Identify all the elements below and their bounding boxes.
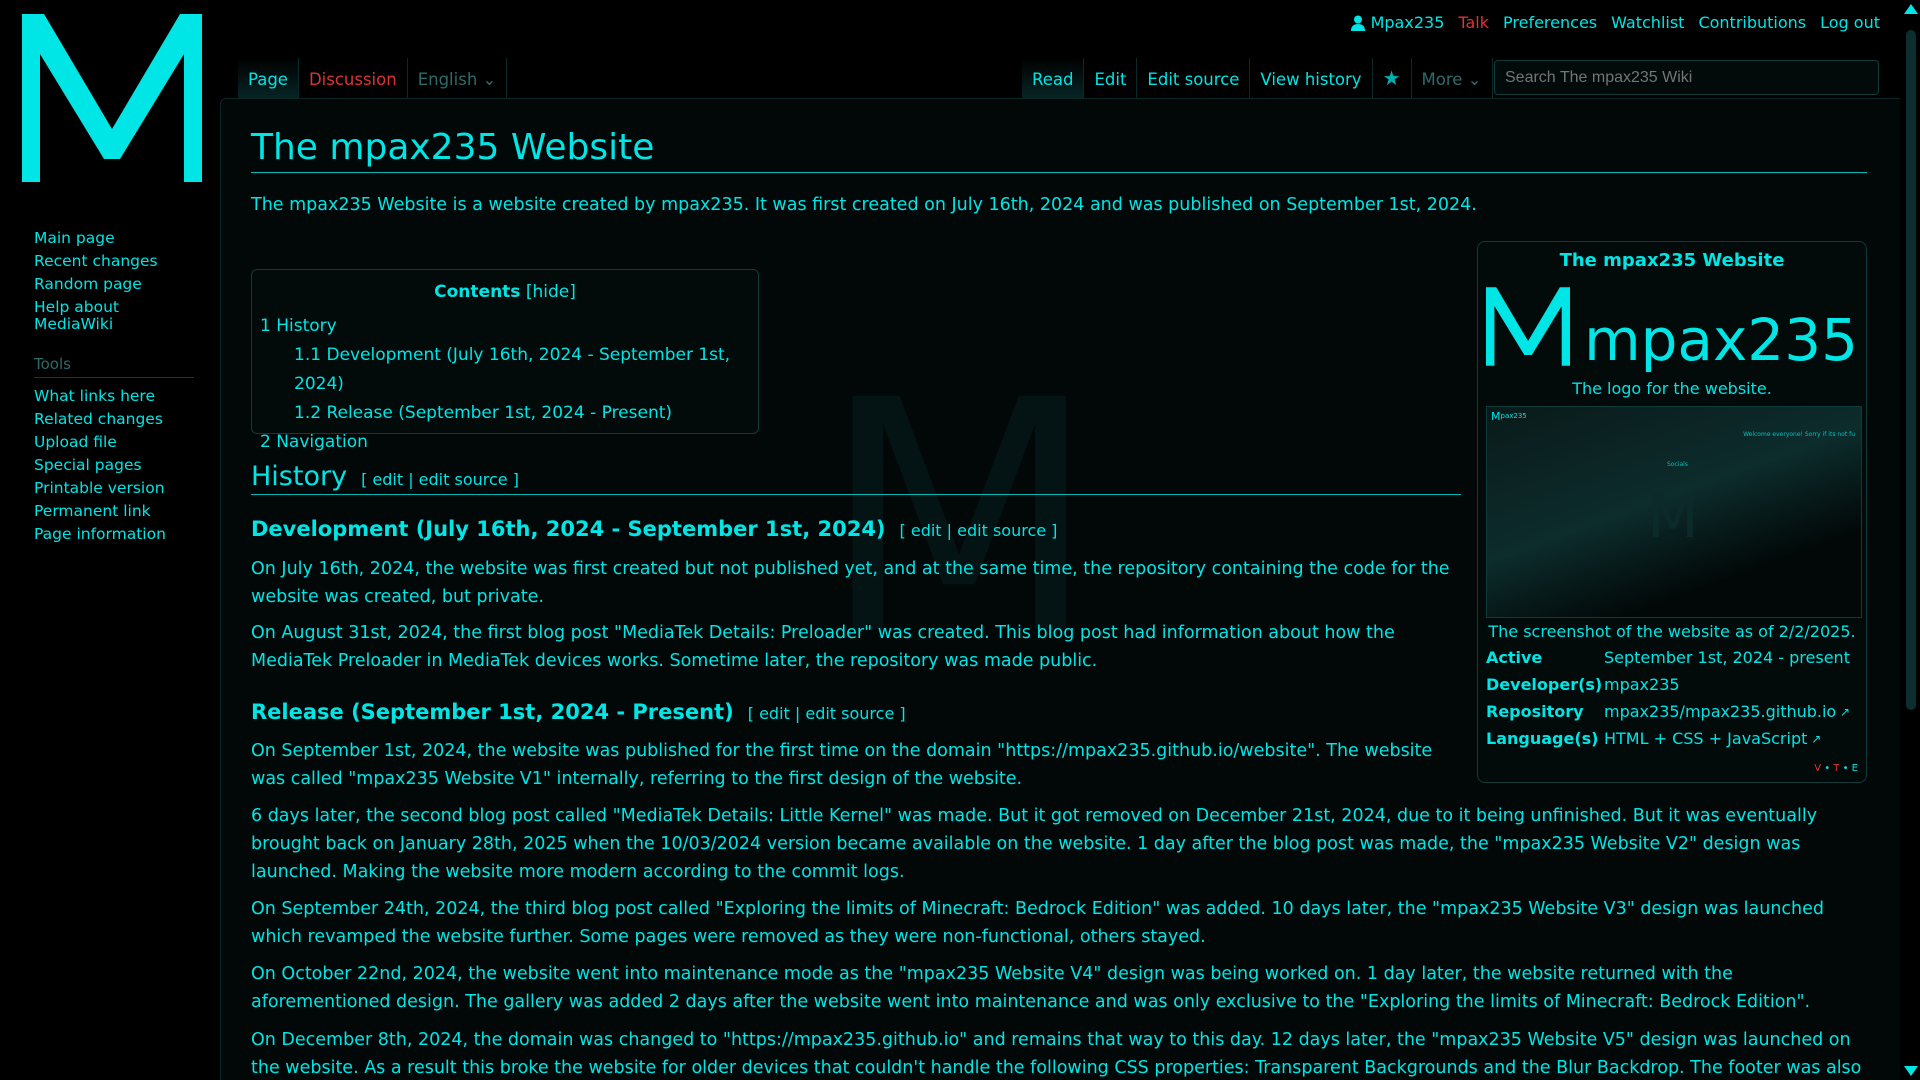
logout-link[interactable]: Log out <box>1820 13 1880 32</box>
logo-caption: The logo for the website. <box>1572 379 1772 398</box>
chevron-down-icon: ⌄ <box>1467 70 1482 89</box>
tab-more[interactable]: More ⌄ <box>1412 58 1493 100</box>
dev-paragraph-2: On August 31st, 2024, the first blog pos… <box>251 623 1395 671</box>
sidebar-item-main-page[interactable]: Main page <box>34 229 115 247</box>
watchlist-link[interactable]: Watchlist <box>1611 13 1684 32</box>
toc-hide-link[interactable]: [hide] <box>526 282 576 302</box>
edit-section-link[interactable]: [ edit | edit source ] <box>748 704 906 723</box>
repository-link[interactable]: mpax235/mpax235.github.io <box>1604 702 1836 722</box>
release-paragraph-2: 6 days later, the second blog post calle… <box>251 806 1818 882</box>
external-link-icon: ↗ <box>1807 732 1822 746</box>
tab-edit[interactable]: Edit <box>1084 58 1138 100</box>
view-tabs: Read Edit Edit source View history ★ Mor… <box>1022 58 1493 100</box>
vte-view-link[interactable]: V <box>1814 763 1821 774</box>
infobox-row-active: Active September 1st, 2024 - present <box>1486 648 1850 667</box>
page-title: The mpax235 Website <box>251 127 1867 173</box>
toc-title: Contents [hide] <box>434 282 576 302</box>
sidebar-item-permanent-link[interactable]: Permanent link <box>34 502 151 520</box>
screenshot-watermark: M <box>1647 482 1699 552</box>
toc-item-release[interactable]: 1.2 Release (September 1st, 2024 - Prese… <box>294 403 672 423</box>
toc-item-history[interactable]: 1 History <box>260 316 337 336</box>
toc-item-development[interactable]: 1.1 Development (July 16th, 2024 - Septe… <box>294 345 730 394</box>
infobox-row-languages: Language(s) HTML + CSS + JavaScript ↗ <box>1486 729 1822 749</box>
sidebar-item-help[interactable]: Help about MediaWiki <box>34 298 119 333</box>
release-paragraph-1: On September 1st, 2024, the website was … <box>251 741 1433 789</box>
screenshot-header: Mpax235 <box>1491 409 1527 423</box>
chevron-down-icon: ⌄ <box>482 70 497 89</box>
sidebar-item-recent-changes[interactable]: Recent changes <box>34 252 158 270</box>
tab-language[interactable]: English ⌄ <box>408 58 508 100</box>
languages-links[interactable]: HTML + CSS + JavaScript <box>1604 729 1807 749</box>
sidebar-item-printable-version[interactable]: Printable version <box>34 479 165 497</box>
sidebar-item-what-links-here[interactable]: What links here <box>34 387 155 405</box>
section-heading-development: Development (July 16th, 2024 - September… <box>251 517 1058 541</box>
tab-view-history[interactable]: View history <box>1250 58 1373 100</box>
tab-page[interactable]: Page <box>238 58 299 100</box>
infobox-row-repository: Repository mpax235/mpax235.github.io ↗ <box>1486 702 1851 722</box>
sidebar-item-related-changes[interactable]: Related changes <box>34 410 163 428</box>
tab-read[interactable]: Read <box>1022 58 1085 100</box>
navbox-vte: V • T • E <box>1814 763 1858 774</box>
scrollbar-thumb[interactable] <box>1906 30 1916 710</box>
section-heading-history: History[ edit | edit source ] <box>251 461 1461 495</box>
sidebar: Main page Recent changes Random page Hel… <box>34 230 194 549</box>
edit-section-link[interactable]: [ edit | edit source ] <box>361 470 519 489</box>
sidebar-tools: What links here Related changes Upload f… <box>34 388 194 543</box>
external-link-icon: ↗ <box>1836 705 1851 719</box>
edit-section-link[interactable]: [ edit | edit source ] <box>900 521 1058 540</box>
release-paragraph-4: On October 22nd, 2024, the website went … <box>251 964 1811 1012</box>
toc-item-navigation[interactable]: 2 Navigation <box>260 432 368 452</box>
vte-talk-link[interactable]: T <box>1833 763 1839 774</box>
wiki-logo[interactable] <box>22 14 202 184</box>
website-screenshot[interactable]: Mpax235 Welcome everyone! Sorry if its n… <box>1486 406 1862 618</box>
sidebar-tools-heading: Tools <box>34 355 194 378</box>
dev-paragraph-1: On July 16th, 2024, the website was firs… <box>251 559 1450 607</box>
section-heading-release: Release (September 1st, 2024 - Present)[… <box>251 700 906 724</box>
talk-link[interactable]: Talk <box>1458 13 1489 32</box>
sidebar-item-page-information[interactable]: Page information <box>34 525 166 543</box>
screenshot-caption: The screenshot of the website as of 2/2/… <box>1488 622 1856 641</box>
user-icon <box>1350 15 1365 31</box>
release-paragraph-3: On September 24th, 2024, the third blog … <box>251 899 1825 947</box>
contributions-link[interactable]: Contributions <box>1698 13 1806 32</box>
search-input[interactable] <box>1494 60 1879 95</box>
sidebar-nav: Main page Recent changes Random page Hel… <box>34 230 194 333</box>
tab-edit-source[interactable]: Edit source <box>1137 58 1251 100</box>
infobox-row-developers: Developer(s) mpax235 <box>1486 675 1680 695</box>
scrollbar[interactable] <box>1900 0 1920 1080</box>
user-link[interactable]: Mpax235 <box>1350 13 1445 32</box>
preferences-link[interactable]: Preferences <box>1503 13 1597 32</box>
personal-tools: Mpax235 Talk Preferences Watchlist Contr… <box>1350 13 1880 32</box>
infobox-logo: mpax235 <box>1486 275 1858 375</box>
watch-star-icon[interactable]: ★ <box>1373 58 1412 100</box>
screenshot-socials-text: Socials <box>1667 461 1688 468</box>
intro-paragraph: The mpax235 Website is a website created… <box>251 195 1477 215</box>
vte-edit-link[interactable]: E <box>1852 763 1858 774</box>
infobox-title: The mpax235 Website <box>1559 250 1785 271</box>
username-link[interactable]: Mpax235 <box>1371 13 1445 32</box>
screenshot-welcome-text: Welcome everyone! Sorry if its not fu <box>1743 431 1855 438</box>
scroll-up-icon[interactable] <box>1904 4 1918 14</box>
infobox-logo-word: mpax235 <box>1584 306 1858 374</box>
sidebar-item-special-pages[interactable]: Special pages <box>34 456 142 474</box>
scroll-down-icon[interactable] <box>1904 1066 1918 1076</box>
infobox: The mpax235 Website mpax235 The logo for… <box>1477 241 1867 783</box>
table-of-contents: Contents [hide] 1 History 1.1 Developmen… <box>251 269 759 452</box>
namespace-tabs: Page Discussion English ⌄ <box>238 58 508 100</box>
release-paragraph-5: On December 8th, 2024, the domain was ch… <box>251 1030 1862 1078</box>
developer-link[interactable]: mpax235 <box>1604 675 1680 695</box>
sidebar-item-upload-file[interactable]: Upload file <box>34 433 117 451</box>
logo-m-icon <box>1486 287 1571 366</box>
content-area: M The mpax235 Website The mpax235 Websit… <box>220 98 1900 1080</box>
sidebar-item-random-page[interactable]: Random page <box>34 275 142 293</box>
tab-discussion[interactable]: Discussion <box>299 58 408 100</box>
